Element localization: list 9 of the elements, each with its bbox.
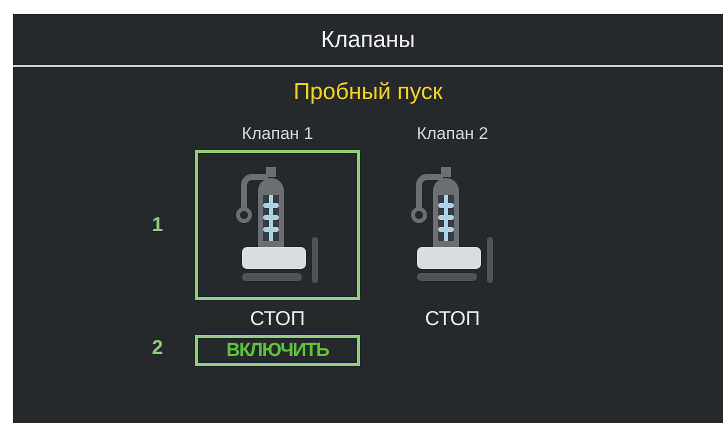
mode-title: Пробный пуск bbox=[293, 78, 443, 104]
start-button[interactable]: ВКЛЮЧИТЬ bbox=[195, 335, 360, 366]
window-title: Клапаны bbox=[320, 26, 416, 53]
valve-status: СТОП bbox=[248, 307, 306, 331]
annotation-number: 1 bbox=[152, 214, 164, 236]
valve-status: СТОП bbox=[424, 307, 482, 331]
valve-name: Клапан 2 bbox=[416, 124, 490, 144]
annotation-number: 2 bbox=[152, 337, 164, 360]
valve-name: Клапан 1 bbox=[240, 124, 314, 144]
